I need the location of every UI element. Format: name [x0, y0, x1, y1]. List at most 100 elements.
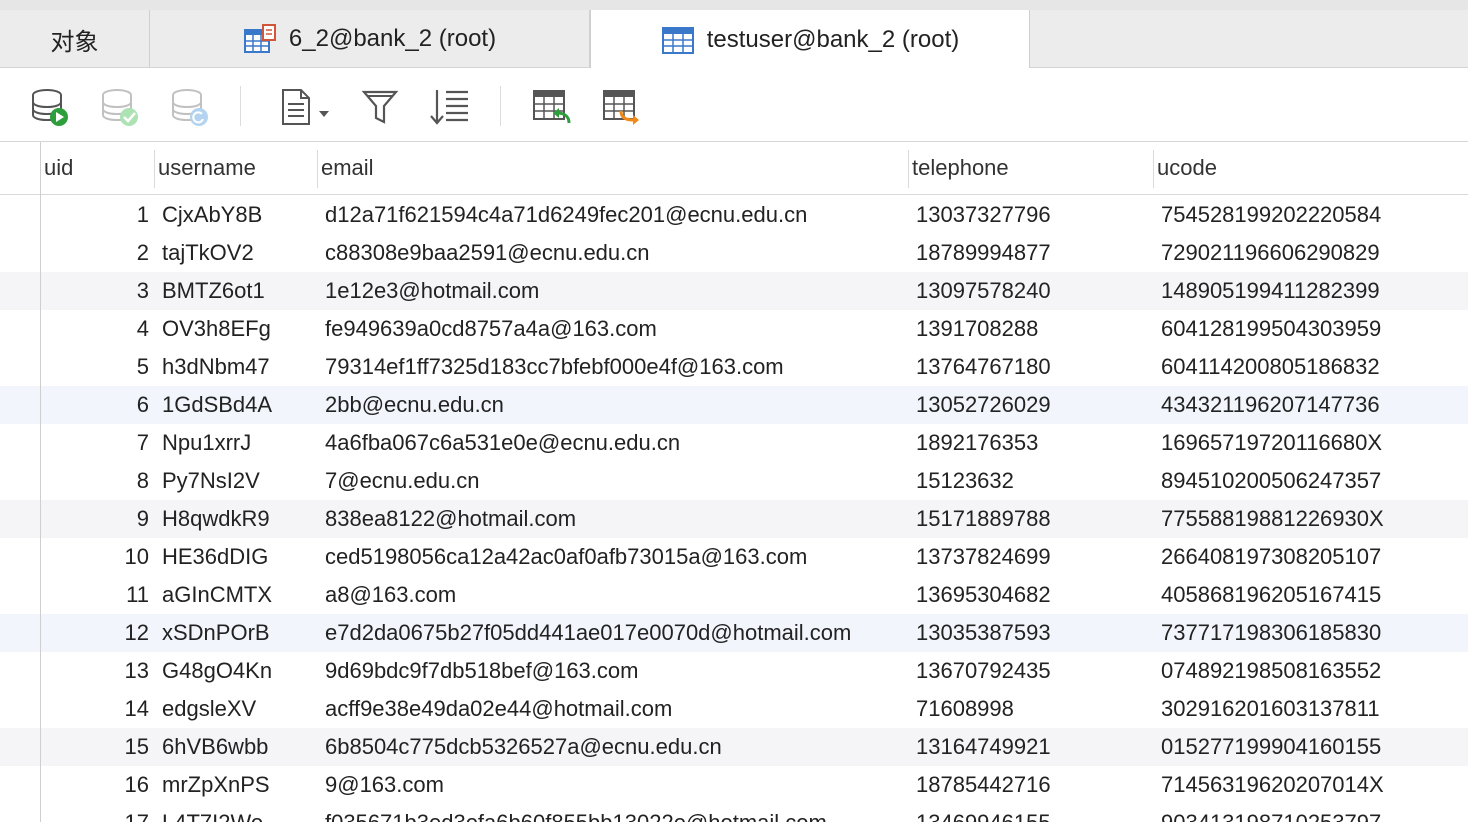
cell-telephone[interactable]: 13164749921: [916, 728, 1051, 766]
cell-ucode[interactable]: 604114200805186832: [1161, 348, 1380, 386]
text-export-icon[interactable]: [276, 86, 336, 128]
table-row[interactable]: 15 6hVB6wbb 6b8504c775dcb5326527a@ecnu.edu…: [0, 728, 1468, 766]
cell-username[interactable]: Npu1xrrJ: [162, 424, 251, 462]
cell-ucode[interactable]: 015277199904160155: [1161, 728, 1381, 766]
table-row[interactable]: 8 Py7NsI2V 7@ecnu.edu.cn 15123632 8945102005…: [0, 462, 1468, 500]
table-row[interactable]: 10 HE36dDIG ced5198056ca12a42ac0af0afb7301…: [0, 538, 1468, 576]
cell-telephone[interactable]: 18789994877: [916, 234, 1051, 272]
cell-username[interactable]: xSDnPOrB: [162, 614, 270, 652]
column-header-username[interactable]: username: [154, 142, 317, 194]
cell-email[interactable]: a8@163.com: [325, 576, 456, 614]
filter-icon[interactable]: [358, 86, 402, 128]
cell-uid[interactable]: 11: [44, 576, 149, 614]
cell-telephone[interactable]: 13035387593: [916, 614, 1051, 652]
cell-uid[interactable]: 13: [44, 652, 149, 690]
cell-ucode[interactable]: 894510200506247357: [1161, 462, 1381, 500]
cell-username[interactable]: Py7NsI2V: [162, 462, 260, 500]
cell-username[interactable]: mrZpXnPS: [162, 766, 270, 804]
table-row[interactable]: 9 H8qwdkR9 838ea8122@hotmail.com 1517188978…: [0, 500, 1468, 538]
cell-uid[interactable]: 16: [44, 766, 149, 804]
cell-ucode[interactable]: 148905199411282399: [1161, 272, 1380, 310]
cell-uid[interactable]: 2: [44, 234, 149, 272]
column-divider[interactable]: [154, 150, 155, 188]
cell-telephone[interactable]: 13097578240: [916, 272, 1051, 310]
cell-ucode[interactable]: 302916201603137811: [1161, 690, 1380, 728]
cell-email[interactable]: 7@ecnu.edu.cn: [325, 462, 479, 500]
cell-ucode[interactable]: 754528199202220584: [1161, 196, 1381, 234]
cell-username[interactable]: L4T7I2Wo: [162, 804, 263, 822]
cell-telephone[interactable]: 15171889788: [916, 500, 1051, 538]
cell-uid[interactable]: 15: [44, 728, 149, 766]
cell-ucode[interactable]: 074892198508163552: [1161, 652, 1381, 690]
cell-telephone[interactable]: 18785442716: [916, 766, 1051, 804]
cell-ucode[interactable]: 737717198306185830: [1161, 614, 1381, 652]
table-row[interactable]: 3 BMTZ6ot1 1e12e3@hotmail.com 13097578240 14…: [0, 272, 1468, 310]
cell-ucode[interactable]: 729021196606290829: [1161, 234, 1380, 272]
cell-email[interactable]: fe949639a0cd8757a4a@163.com: [325, 310, 657, 348]
cell-uid[interactable]: 14: [44, 690, 149, 728]
cell-username[interactable]: 1GdSBd4A: [162, 386, 272, 424]
cell-email[interactable]: 79314ef1ff7325d183cc7bfebf000e4f@163.com: [325, 348, 784, 386]
begin-transaction-icon[interactable]: [28, 86, 72, 128]
cell-ucode[interactable]: 405868196205167415: [1161, 576, 1381, 614]
table-row[interactable]: 6 1GdSBd4A 2bb@ecnu.edu.cn 13052726029 43432…: [0, 386, 1468, 424]
sort-icon[interactable]: [428, 86, 472, 128]
tab-objects[interactable]: 对象: [0, 10, 150, 68]
cell-email[interactable]: f035671b3ed3efa6b60f855bb13022e@hotmail.…: [325, 804, 827, 822]
cell-uid[interactable]: 8: [44, 462, 149, 500]
cell-username[interactable]: BMTZ6ot1: [162, 272, 265, 310]
cell-ucode[interactable]: 77558819881226930X: [1161, 500, 1384, 538]
column-divider[interactable]: [1153, 150, 1154, 188]
cell-uid[interactable]: 4: [44, 310, 149, 348]
cell-telephone[interactable]: 13037327796: [916, 196, 1051, 234]
cell-telephone[interactable]: 13695304682: [916, 576, 1051, 614]
cell-uid[interactable]: 1: [44, 196, 149, 234]
cell-ucode[interactable]: 604128199504303959: [1161, 310, 1381, 348]
cell-email[interactable]: 1e12e3@hotmail.com: [325, 272, 539, 310]
cell-uid[interactable]: 10: [44, 538, 149, 576]
cell-telephone[interactable]: 13670792435: [916, 652, 1051, 690]
cell-username[interactable]: h3dNbm47: [162, 348, 270, 386]
cell-uid[interactable]: 7: [44, 424, 149, 462]
cell-username[interactable]: H8qwdkR9: [162, 500, 270, 538]
table-row[interactable]: 5 h3dNbm47 79314ef1ff7325d183cc7bfebf000e4…: [0, 348, 1468, 386]
table-row[interactable]: 14 edgsleXV acff9e38e49da02e44@hotmail.com…: [0, 690, 1468, 728]
cell-ucode[interactable]: 903413198710253797: [1161, 804, 1381, 822]
table-row[interactable]: 13 G48gO4Kn 9d69bdc9f7db518bef@163.com 1367…: [0, 652, 1468, 690]
table-row[interactable]: 7 Npu1xrrJ 4a6fba067c6a531e0e@ecnu.edu.cn 1…: [0, 424, 1468, 462]
table-row[interactable]: 16 mrZpXnPS 9@163.com 18785442716 7145631962…: [0, 766, 1468, 804]
cell-telephone[interactable]: 13764767180: [916, 348, 1051, 386]
tab-testuser-bank_2[interactable]: testuser@bank_2 (root): [590, 10, 1030, 69]
column-header-email[interactable]: email: [317, 142, 908, 194]
table-row[interactable]: 11 aGInCMTX a8@163.com 13695304682 405868196…: [0, 576, 1468, 614]
cell-email[interactable]: c88308e9baa2591@ecnu.edu.cn: [325, 234, 650, 272]
cell-ucode[interactable]: 434321196207147736: [1161, 386, 1380, 424]
cell-telephone[interactable]: 71608998: [916, 690, 1014, 728]
cell-uid[interactable]: 17: [44, 804, 149, 822]
cell-telephone[interactable]: 1391708288: [916, 310, 1038, 348]
cell-telephone[interactable]: 13737824699: [916, 538, 1051, 576]
cell-email[interactable]: 2bb@ecnu.edu.cn: [325, 386, 504, 424]
cell-email[interactable]: ced5198056ca12a42ac0af0afb73015a@163.com: [325, 538, 807, 576]
cell-email[interactable]: e7d2da0675b27f05dd441ae017e0070d@hotmail…: [325, 614, 851, 652]
cell-email[interactable]: d12a71f621594c4a71d6249fec201@ecnu.edu.c…: [325, 196, 807, 234]
cell-email[interactable]: 6b8504c775dcb5326527a@ecnu.edu.cn: [325, 728, 722, 766]
cell-ucode[interactable]: 16965719720116680X: [1161, 424, 1382, 462]
cell-email[interactable]: 4a6fba067c6a531e0e@ecnu.edu.cn: [325, 424, 680, 462]
export-icon[interactable]: [600, 86, 644, 128]
cell-username[interactable]: edgsleXV: [162, 690, 256, 728]
column-header-uid[interactable]: uid: [40, 142, 154, 194]
cell-ucode[interactable]: 266408197308205107: [1161, 538, 1381, 576]
column-header-ucode[interactable]: ucode: [1153, 142, 1468, 194]
cell-username[interactable]: CjxAbY8B: [162, 196, 262, 234]
cell-telephone[interactable]: 13469946155: [916, 804, 1051, 822]
cell-ucode[interactable]: 71456319620207014X: [1161, 766, 1384, 804]
column-divider[interactable]: [908, 150, 909, 188]
table-row[interactable]: 4 OV3h8EFg fe949639a0cd8757a4a@163.com 1391…: [0, 310, 1468, 348]
column-divider[interactable]: [317, 150, 318, 188]
cell-email[interactable]: 9d69bdc9f7db518bef@163.com: [325, 652, 638, 690]
cell-email[interactable]: 838ea8122@hotmail.com: [325, 500, 576, 538]
cell-email[interactable]: acff9e38e49da02e44@hotmail.com: [325, 690, 672, 728]
cell-telephone[interactable]: 1892176353: [916, 424, 1038, 462]
cell-username[interactable]: HE36dDIG: [162, 538, 268, 576]
